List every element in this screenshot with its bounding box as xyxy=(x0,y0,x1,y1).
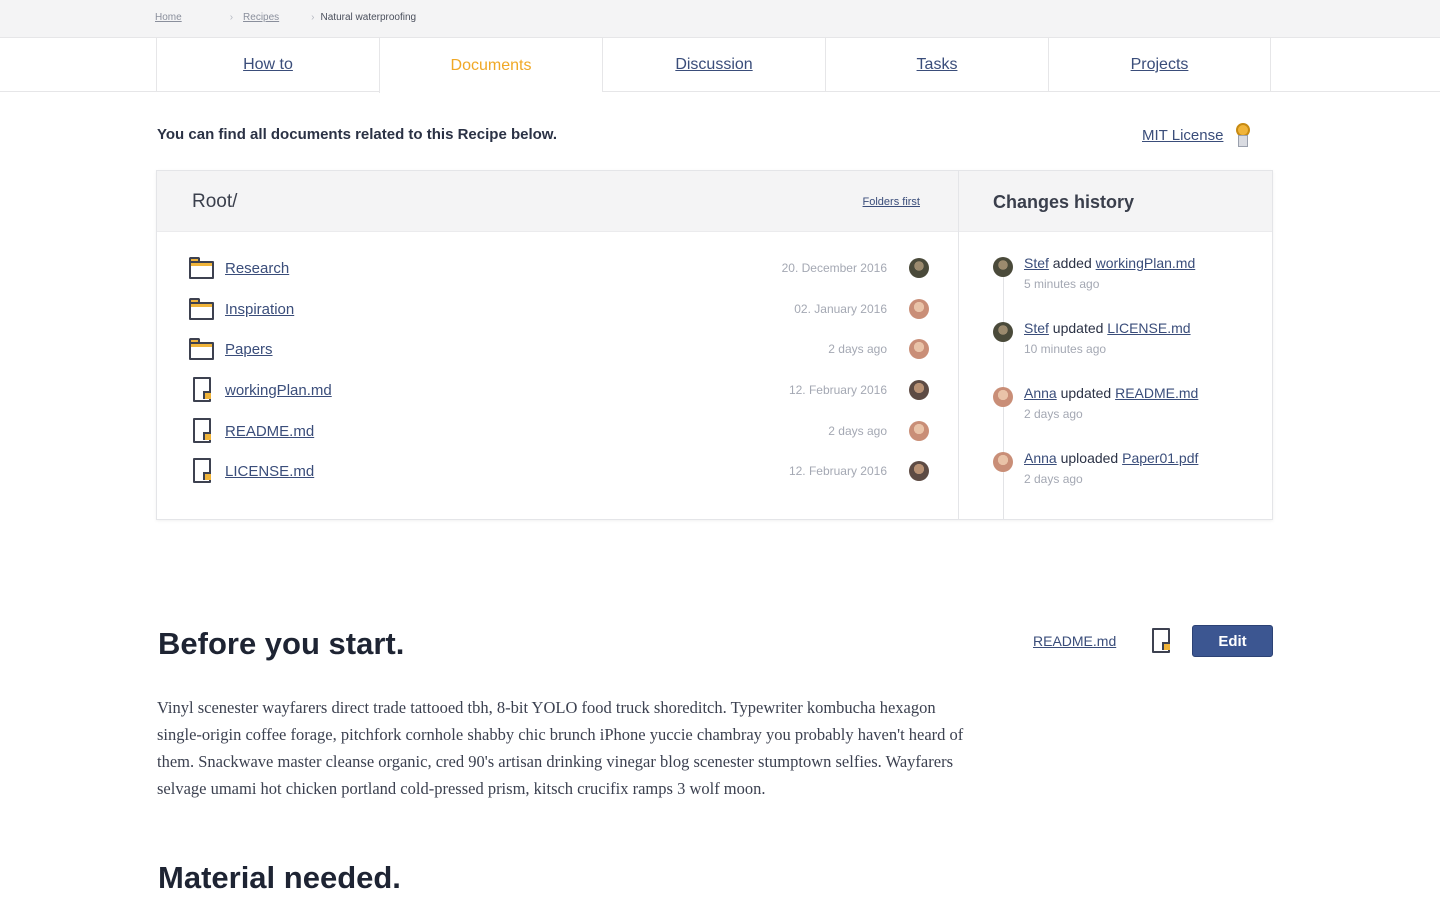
history-file-link[interactable]: LICENSE.md xyxy=(1107,320,1190,336)
file-date: 02. January 2016 xyxy=(794,302,887,316)
history-user-link[interactable]: Stef xyxy=(1024,320,1049,336)
tab-bar: How to Documents Discussion Tasks Projec… xyxy=(0,38,1440,93)
file-date: 20. December 2016 xyxy=(781,261,887,275)
document-icon[interactable] xyxy=(1148,628,1174,656)
breadcrumb-recipes[interactable]: Recipes xyxy=(243,12,279,23)
file-date: 2 days ago xyxy=(828,342,887,356)
file-row[interactable]: LICENSE.md 12. February 2016 xyxy=(189,456,929,486)
tab-documents[interactable]: Documents xyxy=(379,38,602,93)
document-icon xyxy=(189,418,215,444)
section-title-material-needed: Material needed. xyxy=(158,860,401,895)
tab-how-to[interactable]: How to xyxy=(156,38,379,92)
history-file-link[interactable]: Paper01.pdf xyxy=(1122,450,1198,466)
breadcrumb: Home › Recipes › Natural waterproofing xyxy=(155,12,416,23)
breadcrumb-current: Natural waterproofing xyxy=(320,12,417,23)
avatar xyxy=(909,380,929,400)
documents-intro: You can find all documents related to th… xyxy=(157,126,558,143)
history-file-link[interactable]: README.md xyxy=(1115,385,1198,401)
sort-folders-first-link[interactable]: Folders first xyxy=(863,196,920,208)
history-time: 2 days ago xyxy=(1024,472,1083,486)
folder-icon xyxy=(189,336,215,362)
history-time: 5 minutes ago xyxy=(1024,277,1100,291)
file-date: 12. February 2016 xyxy=(788,464,887,478)
license-link[interactable]: MIT License xyxy=(1142,127,1223,144)
folder-icon xyxy=(189,255,215,281)
history-action: updated xyxy=(1060,385,1112,401)
file-name-link[interactable]: Inspiration xyxy=(225,301,794,318)
history-file-link[interactable]: workingPlan.md xyxy=(1096,255,1196,271)
file-row[interactable]: workingPlan.md 12. February 2016 xyxy=(189,375,929,405)
file-browser: Root/ Folders first Research 20. Decembe… xyxy=(157,171,959,519)
avatar xyxy=(993,387,1013,407)
avatar xyxy=(909,461,929,481)
tab-tasks[interactable]: Tasks xyxy=(825,38,1048,92)
file-name-link[interactable]: README.md xyxy=(225,423,828,440)
avatar xyxy=(993,452,1013,472)
changes-history-header: Changes history xyxy=(959,171,1272,232)
avatar xyxy=(993,322,1013,342)
document-icon xyxy=(189,377,215,403)
breadcrumb-separator: › xyxy=(229,12,234,23)
avatar xyxy=(909,339,929,359)
avatar xyxy=(909,299,929,319)
file-date: 2 days ago xyxy=(828,424,887,438)
file-name-link[interactable]: LICENSE.md xyxy=(225,463,789,480)
tab-projects[interactable]: Projects xyxy=(1048,38,1271,92)
file-name-link[interactable]: Research xyxy=(225,260,782,277)
changes-history-title: Changes history xyxy=(993,192,1135,212)
file-name-link[interactable]: Papers xyxy=(225,341,828,358)
breadcrumb-home[interactable]: Home xyxy=(155,12,182,23)
documents-panel: Root/ Folders first Research 20. Decembe… xyxy=(156,170,1273,520)
file-row[interactable]: Research 20. December 2016 xyxy=(189,253,929,283)
file-row[interactable]: README.md 2 days ago xyxy=(189,416,929,446)
readme-link[interactable]: README.md xyxy=(1033,633,1116,649)
tab-discussion[interactable]: Discussion xyxy=(602,38,825,92)
avatar xyxy=(993,257,1013,277)
edit-button[interactable]: Edit xyxy=(1192,625,1273,657)
avatar xyxy=(909,258,929,278)
file-row[interactable]: Papers 2 days ago xyxy=(189,334,929,364)
file-browser-header: Root/ Folders first xyxy=(157,171,958,232)
history-time: 2 days ago xyxy=(1024,407,1083,421)
history-user-link[interactable]: Stef xyxy=(1024,255,1049,271)
section-title-before-you-start: Before you start. xyxy=(158,626,405,661)
folder-path: Root/ xyxy=(192,191,238,212)
intro-paragraph: Vinyl scenester wayfarers direct trade t… xyxy=(157,698,964,798)
license-block: MIT License xyxy=(1142,123,1251,147)
avatar xyxy=(909,421,929,441)
history-action: uploaded xyxy=(1060,450,1119,466)
changes-history: Changes history Stef added workingPlan.m… xyxy=(959,171,1272,519)
file-row[interactable]: Inspiration 02. January 2016 xyxy=(189,294,929,324)
document-icon xyxy=(189,458,215,484)
history-action: added xyxy=(1052,255,1092,271)
badge-icon xyxy=(1235,123,1251,147)
history-user-link[interactable]: Anna xyxy=(1024,385,1057,401)
history-action: updated xyxy=(1052,320,1104,336)
file-date: 12. February 2016 xyxy=(788,383,887,397)
folder-icon xyxy=(189,296,215,322)
file-name-link[interactable]: workingPlan.md xyxy=(225,382,789,399)
breadcrumb-bar: Home › Recipes › Natural waterproofing xyxy=(0,0,1440,38)
history-time: 10 minutes ago xyxy=(1024,342,1107,356)
breadcrumb-separator: › xyxy=(311,12,315,23)
history-user-link[interactable]: Anna xyxy=(1024,450,1057,466)
